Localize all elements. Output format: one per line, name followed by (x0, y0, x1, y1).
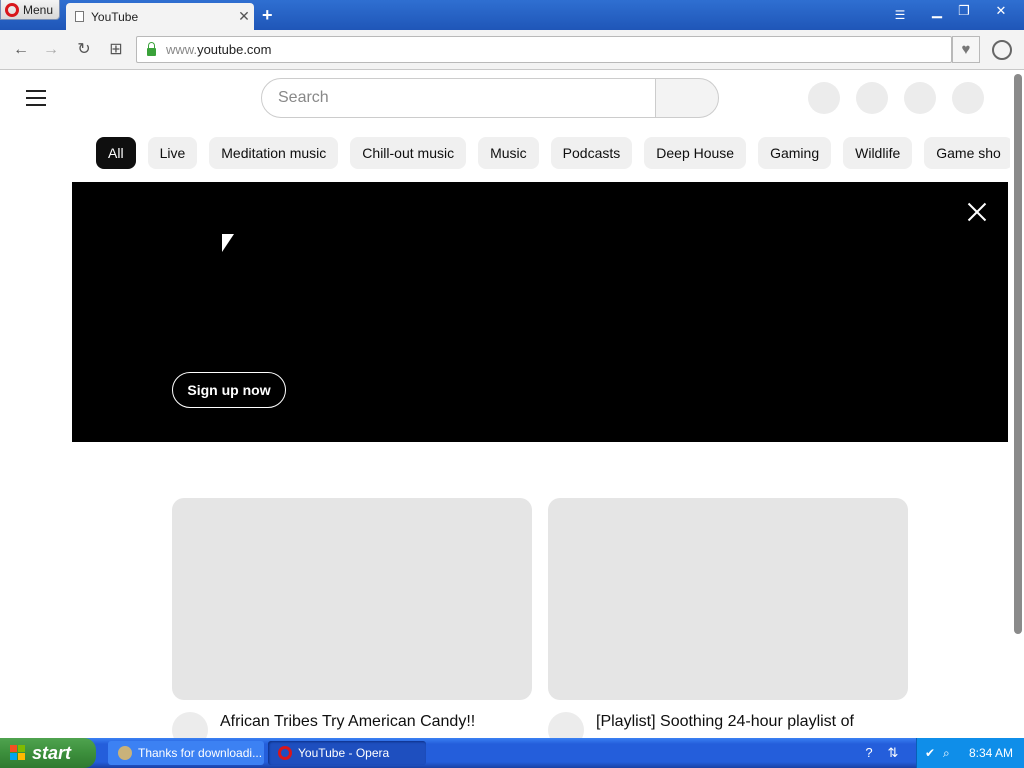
search-button[interactable] (655, 78, 719, 118)
header-avatar-placeholder[interactable] (952, 82, 984, 114)
tab-title: YouTube (91, 9, 139, 24)
bookmark-heart-icon[interactable]: ♥ (952, 36, 980, 63)
youtube-page: Search All Live Meditation music Chill-out … (0, 70, 1024, 738)
secure-lock-icon (147, 41, 156, 56)
windows-flag-icon (10, 745, 26, 761)
chip-gaming[interactable]: Gaming (758, 137, 832, 169)
opera-menu-button[interactable]: Menu (0, 0, 60, 20)
channel-avatar[interactable] (172, 712, 208, 738)
windows-taskbar: start Thanks for downloadi... YouTube - … (0, 738, 1024, 768)
channel-avatar[interactable] (548, 712, 584, 738)
chip-live[interactable]: Live (147, 137, 198, 169)
filter-chips-bar: All Live Meditation music Chill-out music Mu… (96, 137, 1010, 170)
video-thumbnail[interactable] (172, 498, 532, 700)
mouse-cursor-icon (222, 234, 234, 252)
sign-up-button[interactable]: Sign up now (172, 372, 286, 408)
restore-icon[interactable]: ❐ (953, 3, 975, 19)
address-bar[interactable]: www. youtube.com (136, 36, 952, 63)
taskbar-item-label: YouTube - Opera (298, 746, 390, 760)
chip-wildlife[interactable]: Wildlife (843, 137, 913, 169)
taskbar-item-download[interactable]: Thanks for downloadi... (108, 741, 264, 765)
search-tray-icon[interactable]: ⌕ (943, 746, 957, 761)
opera-logo-icon (5, 2, 19, 17)
system-tray: ✔ ⌕ 8:34 AM (916, 738, 1024, 768)
page-scrollbar[interactable] (1014, 74, 1022, 634)
opera-icon (278, 746, 292, 760)
header-button-placeholder[interactable] (904, 82, 936, 114)
chip-deep-house[interactable]: Deep House (644, 137, 747, 169)
help-icon[interactable]: ? (862, 745, 876, 761)
address-prefix: www. (166, 42, 198, 57)
back-icon[interactable]: ← (11, 40, 31, 60)
account-icon[interactable] (992, 40, 1012, 60)
tray-app-icon[interactable]: ✔ (925, 746, 939, 760)
chip-game-shows[interactable]: Game sho (924, 137, 1010, 169)
video-title[interactable]: [Playlist] Soothing 24-hour playlist of (596, 713, 854, 731)
page-icon (75, 11, 84, 22)
banner-close-icon[interactable] (967, 202, 987, 222)
network-icon[interactable]: ⇅ (886, 745, 900, 761)
header-button-placeholder[interactable] (856, 82, 888, 114)
opera-menu-label: Menu (23, 2, 54, 17)
video-title[interactable]: African Tribes Try American Candy!! (220, 713, 475, 731)
minimize-icon[interactable]: ▁ (926, 3, 948, 19)
start-label: start (32, 742, 72, 763)
video-thumbnail[interactable] (548, 498, 908, 700)
tab-close-icon[interactable]: ✕ (234, 8, 254, 25)
reload-icon[interactable]: ↻ (74, 40, 94, 60)
chip-podcasts[interactable]: Podcasts (550, 137, 633, 169)
start-button[interactable]: start (0, 738, 96, 768)
taskbar-item-opera[interactable]: YouTube - Opera (268, 741, 426, 765)
taskbar-item-label: Thanks for downloadi... (138, 746, 263, 760)
chip-meditation-music[interactable]: Meditation music (209, 137, 339, 169)
promo-banner: Sign up now (72, 182, 1008, 442)
address-host: youtube.com (197, 42, 272, 57)
search-input[interactable]: Search (261, 78, 656, 118)
clock: 8:34 AM (969, 746, 1014, 760)
window-close-icon[interactable]: ✕ (990, 3, 1012, 19)
chip-chill-out-music[interactable]: Chill-out music (350, 137, 467, 169)
browser-title-bar: Menu YouTube ✕ + ☰ ▁ ❐ ✕ (0, 0, 1024, 30)
tab-menu-icon[interactable]: ☰ (892, 8, 908, 22)
new-tab-button[interactable]: + (262, 5, 273, 26)
browser-tab-youtube[interactable]: YouTube ✕ (66, 3, 254, 30)
chip-all[interactable]: All (96, 137, 136, 169)
installer-icon (118, 746, 132, 760)
header-button-placeholder[interactable] (808, 82, 840, 114)
chip-music[interactable]: Music (478, 137, 539, 169)
forward-icon[interactable]: → (41, 40, 61, 60)
navigation-bar: ← → ↻ ⊞ www. youtube.com ♥ (0, 30, 1024, 70)
speed-dial-grid-icon[interactable]: ⊞ (106, 40, 126, 60)
guide-menu-icon[interactable] (26, 90, 46, 106)
